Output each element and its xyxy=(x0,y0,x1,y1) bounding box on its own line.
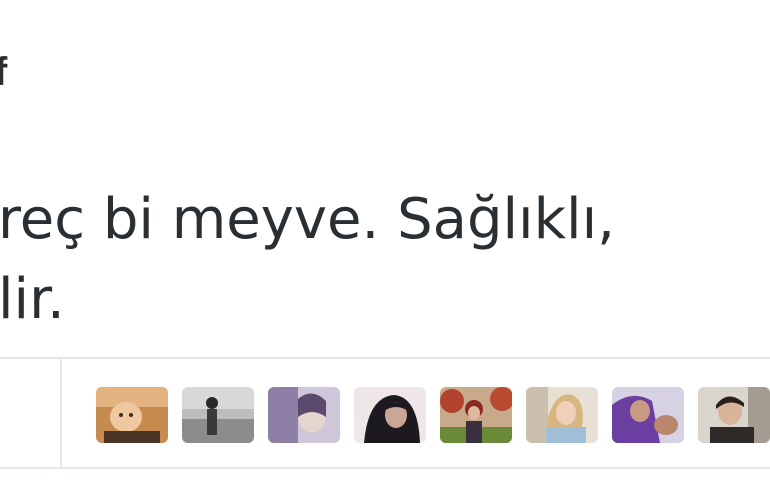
tweet-card: f reç bi meyve. Sağlıklı, lir. xyxy=(0,0,770,485)
liker-avatar-purple-portrait[interactable] xyxy=(268,387,340,443)
stats-divider xyxy=(60,359,62,467)
tweet-text-line-2: lir. xyxy=(0,267,65,332)
liker-avatar-list xyxy=(96,387,770,443)
tweet-stats-footer xyxy=(0,357,770,469)
liker-avatar-purple-hoodie[interactable] xyxy=(612,387,684,443)
liker-avatar-grayscale-person[interactable] xyxy=(182,387,254,443)
liker-avatar-man-dark-hair[interactable] xyxy=(698,387,770,443)
liker-avatar-baby[interactable] xyxy=(96,387,168,443)
liker-avatar-red-hair-outdoor[interactable] xyxy=(440,387,512,443)
liker-avatar-hooded-woman[interactable] xyxy=(354,387,426,443)
tweet-text: reç bi meyve. Sağlıklı, lir. xyxy=(0,180,615,340)
liker-avatar-blonde-woman[interactable] xyxy=(526,387,598,443)
tweet-text-line-1: reç bi meyve. Sağlıklı, xyxy=(0,187,615,252)
tweet-author-name[interactable]: f xyxy=(0,48,7,96)
